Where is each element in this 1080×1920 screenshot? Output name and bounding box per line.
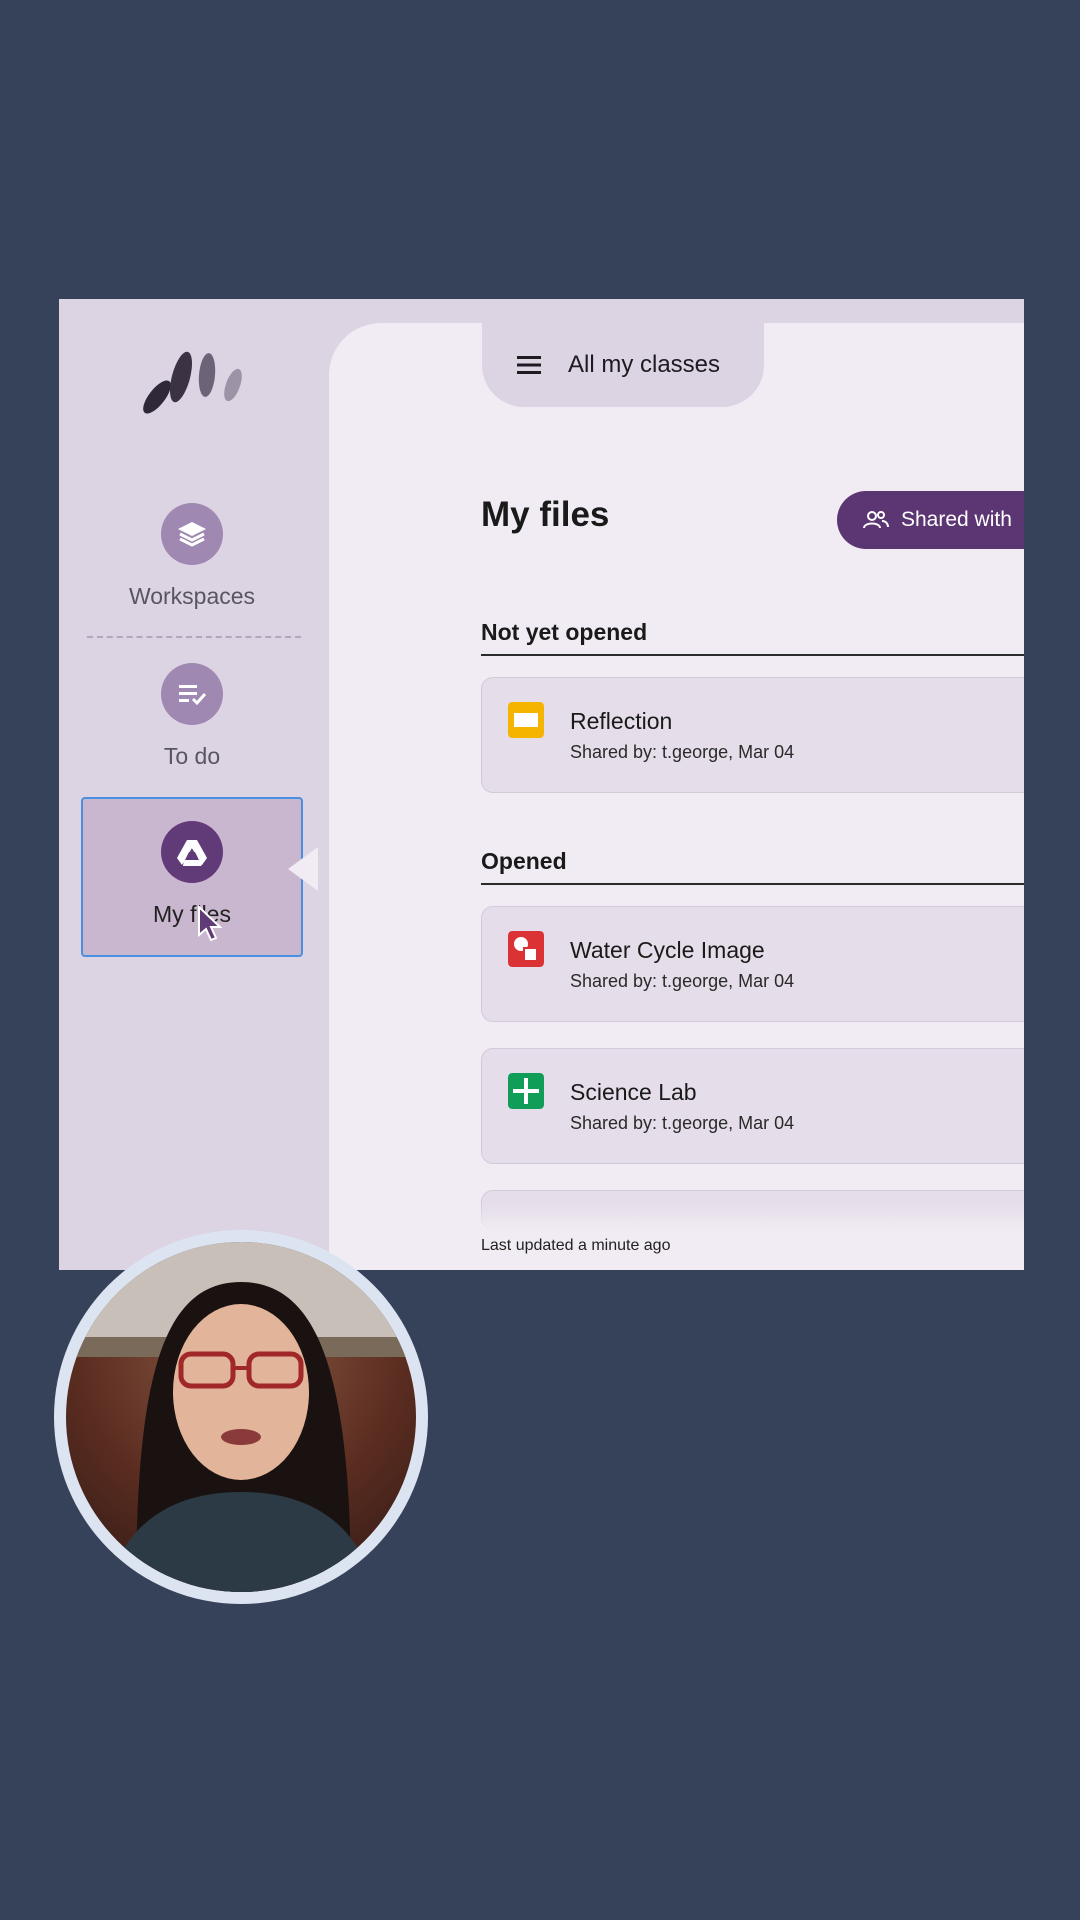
app-logo — [143, 351, 242, 414]
layers-icon — [161, 503, 223, 565]
main-content: All my classes My files Shared with Not … — [329, 299, 1024, 1270]
presenter-video — [54, 1230, 428, 1604]
last-updated-text: Last updated a minute ago — [481, 1237, 671, 1254]
page-title: My files — [481, 495, 610, 534]
file-card[interactable]: Water Cycle Image Shared by: t.george, M… — [481, 906, 1024, 1022]
sidebar: Workspaces To do My files — [59, 299, 329, 1270]
file-name: Science Lab — [570, 1079, 697, 1105]
people-icon — [863, 511, 889, 529]
section-title-opened: Opened — [481, 848, 1024, 885]
file-shared-by: Shared by: t.george, Mar 04 — [570, 742, 795, 762]
sidebar-item-label: Workspaces — [128, 583, 256, 609]
shared-with-button[interactable]: Shared with — [837, 491, 1024, 549]
sidebar-item-my-files[interactable]: My files — [81, 797, 303, 957]
selection-pointer — [288, 847, 318, 891]
checklist-icon — [161, 663, 223, 725]
drive-icon — [161, 821, 223, 883]
file-card[interactable]: Reflection Shared by: t.george, Mar 04 — [481, 677, 1024, 793]
class-selector-label: All my classes — [568, 351, 721, 378]
sidebar-divider — [87, 636, 301, 638]
sidebar-item-label: To do — [163, 743, 221, 769]
presenter-image — [66, 1242, 416, 1592]
sidebar-item-todo[interactable]: To do — [81, 663, 303, 770]
mouse-cursor-icon — [198, 905, 223, 942]
slides-icon — [508, 702, 544, 738]
class-selector[interactable]: All my classes — [482, 299, 764, 407]
menu-icon[interactable] — [516, 354, 542, 376]
file-name: Water Cycle Image — [570, 937, 765, 963]
app-window: Workspaces To do My files All my classes… — [59, 299, 1024, 1270]
section-title-not-yet-opened: Not yet opened — [481, 619, 1024, 656]
drawing-icon — [508, 931, 544, 967]
file-card[interactable]: Science Lab Shared by: t.george, Mar 04 — [481, 1048, 1024, 1164]
file-shared-by: Shared by: t.george, Mar 04 — [570, 1113, 795, 1133]
sheets-icon — [508, 1073, 544, 1109]
file-name: Reflection — [570, 708, 673, 734]
shared-with-label: Shared with — [901, 508, 1012, 531]
scroll-fade — [469, 1203, 1024, 1233]
sidebar-item-workspaces[interactable]: Workspaces — [81, 503, 303, 610]
file-shared-by: Shared by: t.george, Mar 04 — [570, 971, 795, 991]
